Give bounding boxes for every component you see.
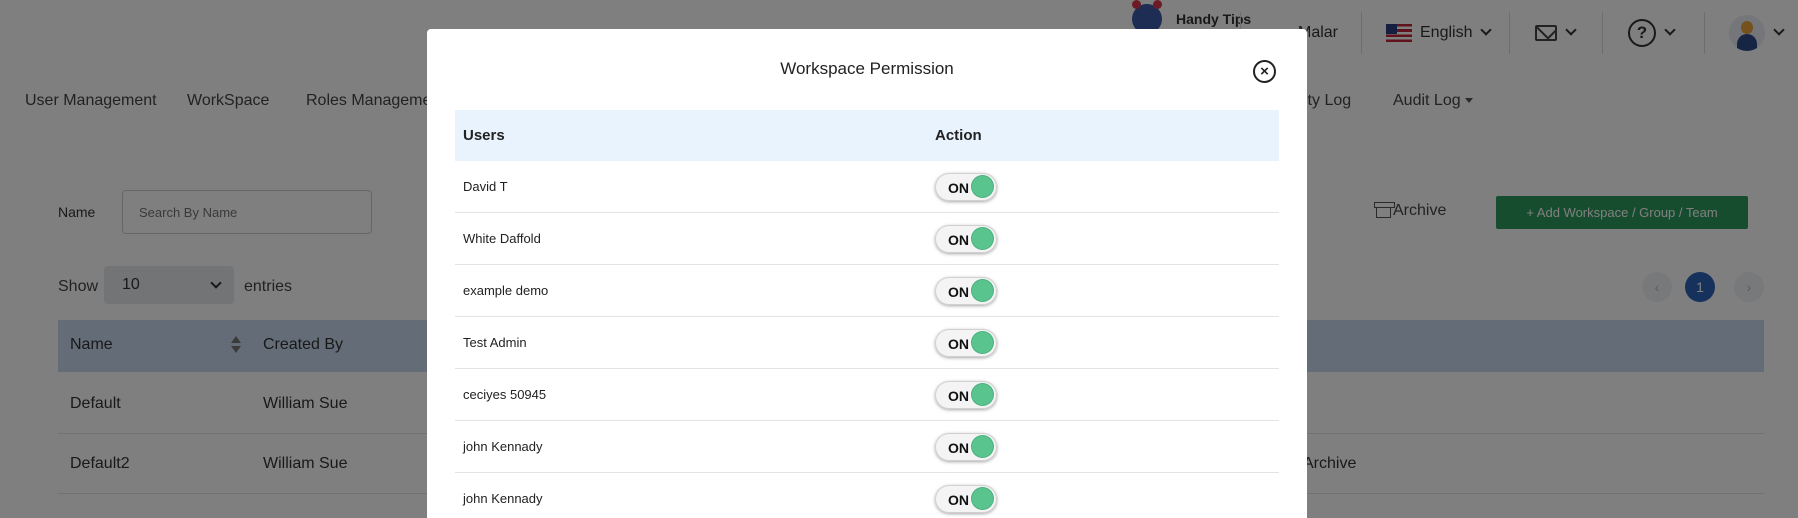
permission-toggle[interactable]: ON: [935, 328, 997, 357]
user-name-cell: john Kennady: [463, 439, 543, 454]
toggle-label: ON: [948, 231, 969, 248]
user-name-cell: john Kennady: [463, 491, 543, 506]
toggle-label: ON: [948, 387, 969, 404]
toggle-knob: [972, 227, 993, 249]
table-row: john Kennady ON: [455, 473, 1279, 518]
toggle-label: ON: [948, 335, 969, 352]
column-header-action: Action: [935, 127, 982, 144]
permission-toggle[interactable]: ON: [935, 484, 997, 513]
toggle-knob: [972, 383, 993, 405]
table-row: ceciyes 50945 ON: [455, 369, 1279, 421]
workspace-permission-modal: Workspace Permission × Users Action Davi…: [427, 29, 1307, 518]
permission-table: Users Action David T ON White Daffold ON…: [455, 110, 1279, 518]
user-name-cell: David T: [463, 179, 508, 194]
toggle-label: ON: [948, 283, 969, 300]
close-icon: ×: [1260, 63, 1269, 80]
modal-title: Workspace Permission: [780, 59, 954, 78]
user-name-cell: Test Admin: [463, 335, 527, 350]
column-header-users: Users: [463, 127, 505, 144]
table-row: example demo ON: [455, 265, 1279, 317]
table-row: White Daffold ON: [455, 213, 1279, 265]
table-row: David T ON: [455, 161, 1279, 213]
toggle-knob: [972, 175, 993, 197]
permission-toggle[interactable]: ON: [935, 380, 997, 409]
user-name-cell: White Daffold: [463, 231, 541, 246]
table-row: Test Admin ON: [455, 317, 1279, 369]
permission-table-header: Users Action: [455, 110, 1279, 161]
toggle-knob: [972, 435, 993, 457]
permission-toggle[interactable]: ON: [935, 276, 997, 305]
toggle-label: ON: [948, 439, 969, 456]
toggle-label: ON: [948, 491, 969, 508]
toggle-knob: [972, 331, 993, 353]
permission-toggle[interactable]: ON: [935, 432, 997, 461]
table-row: john Kennady ON: [455, 421, 1279, 473]
toggle-knob: [972, 279, 993, 301]
permission-toggle[interactable]: ON: [935, 224, 997, 253]
toggle-label: ON: [948, 179, 969, 196]
close-button[interactable]: ×: [1253, 60, 1276, 83]
user-name-cell: ceciyes 50945: [463, 387, 547, 402]
permission-toggle[interactable]: ON: [935, 172, 997, 201]
toggle-knob: [972, 487, 993, 509]
user-name-cell: example demo: [463, 283, 549, 298]
